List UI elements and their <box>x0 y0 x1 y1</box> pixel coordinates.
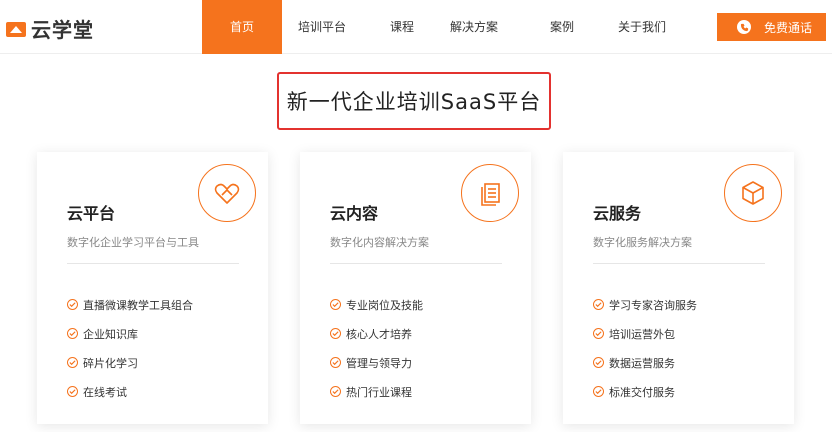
document-stack-icon <box>461 164 519 222</box>
heart-link-icon <box>198 164 256 222</box>
card-cloud-content[interactable]: 云内容 数字化内容解决方案 专业岗位及技能 核心人才培养 管理与领导力 热门行业… <box>300 152 531 424</box>
check-circle-icon <box>330 386 341 397</box>
card-title: 云内容 <box>330 204 379 223</box>
check-circle-icon <box>330 328 341 339</box>
nav-about-us[interactable]: 关于我们 <box>608 0 676 54</box>
card-divider <box>67 263 239 264</box>
check-circle-icon <box>330 357 341 368</box>
nav-courses[interactable]: 课程 <box>380 0 424 54</box>
check-circle-icon <box>593 328 604 339</box>
nav-solutions[interactable]: 解决方案 <box>440 0 508 54</box>
feature-list: 直播微课教学工具组合 企业知识库 碎片化学习 在线考试 <box>67 290 193 406</box>
cube-icon <box>724 164 782 222</box>
feature-item: 碎片化学习 <box>67 348 193 377</box>
phone-icon <box>737 20 751 34</box>
check-circle-icon <box>67 299 78 310</box>
card-title: 云平台 <box>67 204 116 223</box>
check-circle-icon <box>330 299 341 310</box>
card-subtitle: 数字化企业学习平台与工具 <box>67 236 199 249</box>
check-circle-icon <box>67 357 78 368</box>
feature-item: 在线考试 <box>67 377 193 406</box>
logo-icon <box>6 21 26 37</box>
brand-name: 云学堂 <box>31 18 94 42</box>
card-divider <box>330 263 502 264</box>
card-cloud-platform[interactable]: 云平台 数字化企业学习平台与工具 直播微课教学工具组合 企业知识库 碎片化学习 … <box>37 152 268 424</box>
card-divider <box>593 263 765 264</box>
feature-item: 核心人才培养 <box>330 319 423 348</box>
feature-list: 学习专家咨询服务 培训运营外包 数据运营服务 标准交付服务 <box>593 290 697 406</box>
hero-title: 新一代企业培训SaaS平台 <box>277 72 551 130</box>
feature-list: 专业岗位及技能 核心人才培养 管理与领导力 热门行业课程 <box>330 290 423 406</box>
check-circle-icon <box>593 357 604 368</box>
site-logo[interactable]: 云学堂 <box>6 14 94 43</box>
feature-item: 标准交付服务 <box>593 377 697 406</box>
check-circle-icon <box>593 299 604 310</box>
feature-item: 直播微课教学工具组合 <box>67 290 193 319</box>
site-header: 云学堂 首页 培训平台 课程 解决方案 案例 关于我们 免费通话 <box>0 0 832 54</box>
check-circle-icon <box>67 328 78 339</box>
free-call-button[interactable]: 免费通话 <box>717 13 826 41</box>
feature-item: 热门行业课程 <box>330 377 423 406</box>
nav-cases[interactable]: 案例 <box>540 0 584 54</box>
nav-home[interactable]: 首页 <box>202 0 282 54</box>
card-subtitle: 数字化内容解决方案 <box>330 236 429 249</box>
free-call-label: 免费通话 <box>764 20 813 35</box>
card-title: 云服务 <box>593 204 642 223</box>
check-circle-icon <box>67 386 78 397</box>
feature-item: 企业知识库 <box>67 319 193 348</box>
feature-item: 专业岗位及技能 <box>330 290 423 319</box>
check-circle-icon <box>593 386 604 397</box>
nav-training-platform[interactable]: 培训平台 <box>290 0 354 54</box>
feature-item: 学习专家咨询服务 <box>593 290 697 319</box>
feature-item: 数据运营服务 <box>593 348 697 377</box>
card-subtitle: 数字化服务解决方案 <box>593 236 692 249</box>
card-cloud-service[interactable]: 云服务 数字化服务解决方案 学习专家咨询服务 培训运营外包 数据运营服务 标准交… <box>563 152 794 424</box>
feature-item: 培训运营外包 <box>593 319 697 348</box>
feature-item: 管理与领导力 <box>330 348 423 377</box>
